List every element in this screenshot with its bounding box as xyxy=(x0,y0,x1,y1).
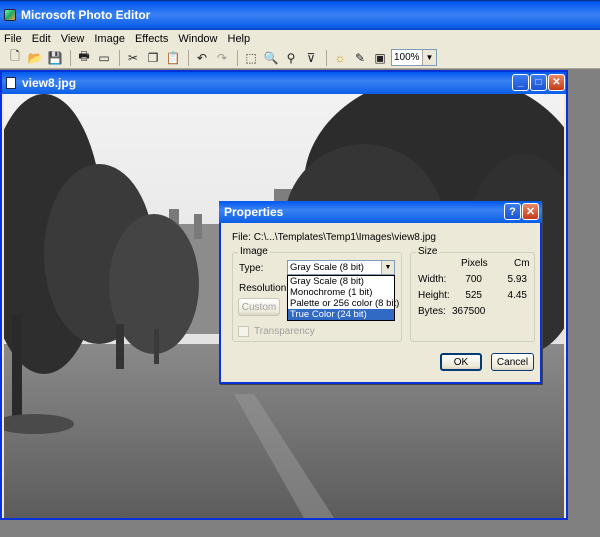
minimize-button[interactable]: _ xyxy=(512,74,529,91)
toolbar: 🗋 📂 💾 🖶 ▭ ✂ ❐ 📋 ↶ ↷ ⬚ 🔍 ⚲ ⊽ ☼ ✎ ▣ 100% ▼ xyxy=(0,47,600,69)
width-px: 700 xyxy=(465,274,482,285)
toolbar-separator xyxy=(70,49,71,66)
type-option[interactable]: Monochrome (1 bit) xyxy=(288,287,394,298)
type-select[interactable]: Gray Scale (8 bit) ▼ xyxy=(287,260,395,275)
file-label: File: xyxy=(232,232,251,243)
frame-icon[interactable]: ▣ xyxy=(371,49,389,67)
bytes-value: 367500 xyxy=(452,306,486,317)
new-icon[interactable]: 🗋 xyxy=(6,49,24,67)
open-icon[interactable]: 📂 xyxy=(26,49,44,67)
toolbar-separator xyxy=(188,49,189,66)
file-icon xyxy=(6,77,16,89)
width-label: Width: xyxy=(418,274,447,285)
help-icon[interactable]: ? xyxy=(504,203,521,220)
width-cm: 5.93 xyxy=(507,274,527,285)
image-group-label: Image xyxy=(238,246,270,257)
chevron-down-icon[interactable]: ▼ xyxy=(381,261,394,274)
zoom-icon[interactable]: 🔍 xyxy=(262,49,280,67)
menu-bar: File Edit View Image Effects Window Help xyxy=(0,30,600,47)
file-path: C:\...\Templates\Temp1\Images\view8.jpg xyxy=(253,232,436,243)
cm-header: Cm xyxy=(514,258,530,269)
pixels-header: Pixels xyxy=(461,258,488,269)
file-path-line: File: C:\...\Templates\Temp1\Images\view… xyxy=(232,232,436,243)
menu-effects[interactable]: Effects xyxy=(135,33,168,45)
undo-icon[interactable]: ↶ xyxy=(193,49,211,67)
type-option[interactable]: Gray Scale (8 bit) xyxy=(288,276,394,287)
dialog-title-bar[interactable]: Properties ? ✕ xyxy=(219,201,542,223)
menu-view[interactable]: View xyxy=(61,33,85,45)
smudge-icon[interactable]: ⊽ xyxy=(302,49,320,67)
transparency-checkbox[interactable] xyxy=(238,326,249,337)
photo-editor-icon xyxy=(4,9,16,21)
zoom-value: 100% xyxy=(394,52,420,63)
cancel-button[interactable]: Cancel xyxy=(491,353,534,371)
document-title-bar[interactable]: view8.jpg _ □ ✕ xyxy=(2,72,566,94)
close-button[interactable]: ✕ xyxy=(548,74,565,91)
resolution-label: Resolution xyxy=(239,283,287,294)
sun-icon[interactable]: ☼ xyxy=(331,49,349,67)
bytes-label: Bytes: xyxy=(418,306,446,317)
height-px: 525 xyxy=(465,290,482,301)
type-label: Type: xyxy=(239,263,264,274)
height-cm: 4.45 xyxy=(507,290,527,301)
ok-button[interactable]: OK xyxy=(440,353,482,371)
pin-icon[interactable]: ⚲ xyxy=(282,49,300,67)
menu-image[interactable]: Image xyxy=(94,33,125,45)
custom-button[interactable]: Custom xyxy=(238,298,280,316)
dialog-close-button[interactable]: ✕ xyxy=(522,203,539,220)
type-option-highlighted[interactable]: True Color (24 bit) xyxy=(288,309,394,320)
maximize-button[interactable]: □ xyxy=(530,74,547,91)
height-label: Height: xyxy=(418,290,450,301)
type-option[interactable]: Palette or 256 color (8 bit) xyxy=(288,298,399,309)
document-title: view8.jpg xyxy=(22,76,77,90)
toolbar-separator xyxy=(326,49,327,66)
toolbar-separator xyxy=(237,49,238,66)
zoom-select[interactable]: 100% ▼ xyxy=(391,49,437,66)
redo-icon[interactable]: ↷ xyxy=(213,49,231,67)
cut-icon[interactable]: ✂ xyxy=(124,49,142,67)
chevron-down-icon[interactable]: ▼ xyxy=(422,50,436,65)
menu-help[interactable]: Help xyxy=(228,33,251,45)
select-icon[interactable]: ⬚ xyxy=(242,49,260,67)
type-dropdown-list: Gray Scale (8 bit) Monochrome (1 bit) Pa… xyxy=(287,275,399,321)
menu-file[interactable]: File xyxy=(4,33,22,45)
save-icon[interactable]: 💾 xyxy=(46,49,64,67)
pencil-icon[interactable]: ✎ xyxy=(351,49,369,67)
app-title-bar: Microsoft Photo Editor xyxy=(0,0,600,30)
scan-icon[interactable]: ▭ xyxy=(95,49,113,67)
menu-edit[interactable]: Edit xyxy=(32,33,51,45)
print-icon[interactable]: 🖶 xyxy=(75,49,93,67)
transparency-label: Transparency xyxy=(254,326,315,337)
menu-window[interactable]: Window xyxy=(178,33,217,45)
toolbar-separator xyxy=(119,49,120,66)
dialog-title: Properties xyxy=(224,205,284,219)
properties-dialog: Properties ? ✕ File: C:\...\Templates\Te… xyxy=(219,201,542,384)
app-title: Microsoft Photo Editor xyxy=(21,8,151,22)
copy-icon[interactable]: ❐ xyxy=(144,49,162,67)
type-select-value: Gray Scale (8 bit) xyxy=(290,262,364,273)
size-group-label: Size xyxy=(416,246,440,257)
paste-icon[interactable]: 📋 xyxy=(164,49,182,67)
